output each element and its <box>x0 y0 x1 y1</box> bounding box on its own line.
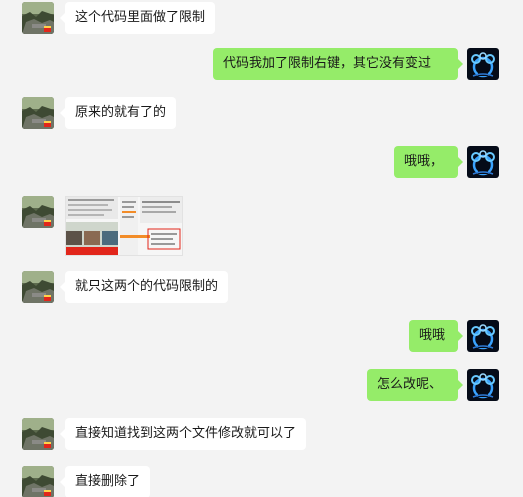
contact-avatar[interactable] <box>22 466 54 497</box>
chat-message-list[interactable]: 这个代码里面做了限制 代码我加了限制右键，其它没有变过 原来的就有了的 哦哦， <box>0 0 523 497</box>
message-bubble[interactable]: 哦哦， <box>394 146 463 178</box>
contact-avatar[interactable] <box>22 196 54 228</box>
chat-scrollbar[interactable] <box>517 0 523 497</box>
contact-avatar[interactable] <box>22 271 54 303</box>
neon-bubble-avatar-icon <box>467 146 499 178</box>
message-bubble[interactable]: 就只这两个的代码限制的 <box>59 271 229 303</box>
neon-bubble-avatar-icon <box>467 369 499 401</box>
self-avatar[interactable] <box>467 146 499 178</box>
self-avatar[interactable] <box>467 48 499 80</box>
landscape-avatar-icon <box>22 271 54 303</box>
landscape-avatar-icon <box>22 196 54 228</box>
contact-avatar[interactable] <box>22 2 54 34</box>
screenshot-thumbnail-image <box>66 197 182 255</box>
self-avatar[interactable] <box>467 320 499 352</box>
landscape-avatar-icon <box>22 466 54 497</box>
contact-avatar[interactable] <box>22 418 54 450</box>
message-bubble[interactable]: 直接知道找到这两个文件修改就可以了 <box>59 418 307 450</box>
message-bubble[interactable]: 怎么改呢、 <box>367 369 463 401</box>
neon-bubble-avatar-icon <box>467 320 499 352</box>
neon-bubble-avatar-icon <box>467 48 499 80</box>
contact-avatar[interactable] <box>22 97 54 129</box>
landscape-avatar-icon <box>22 418 54 450</box>
landscape-avatar-icon <box>22 2 54 34</box>
message-bubble[interactable]: 哦哦 <box>409 320 463 352</box>
landscape-avatar-icon <box>22 97 54 129</box>
message-bubble[interactable]: 直接删除了 <box>59 466 151 497</box>
message-bubble[interactable]: 这个代码里面做了限制 <box>59 2 216 34</box>
message-bubble[interactable]: 原来的就有了的 <box>59 97 177 129</box>
self-avatar[interactable] <box>467 369 499 401</box>
image-message-thumbnail[interactable] <box>65 196 183 256</box>
message-bubble[interactable]: 代码我加了限制右键，其它没有变过 <box>213 48 463 80</box>
